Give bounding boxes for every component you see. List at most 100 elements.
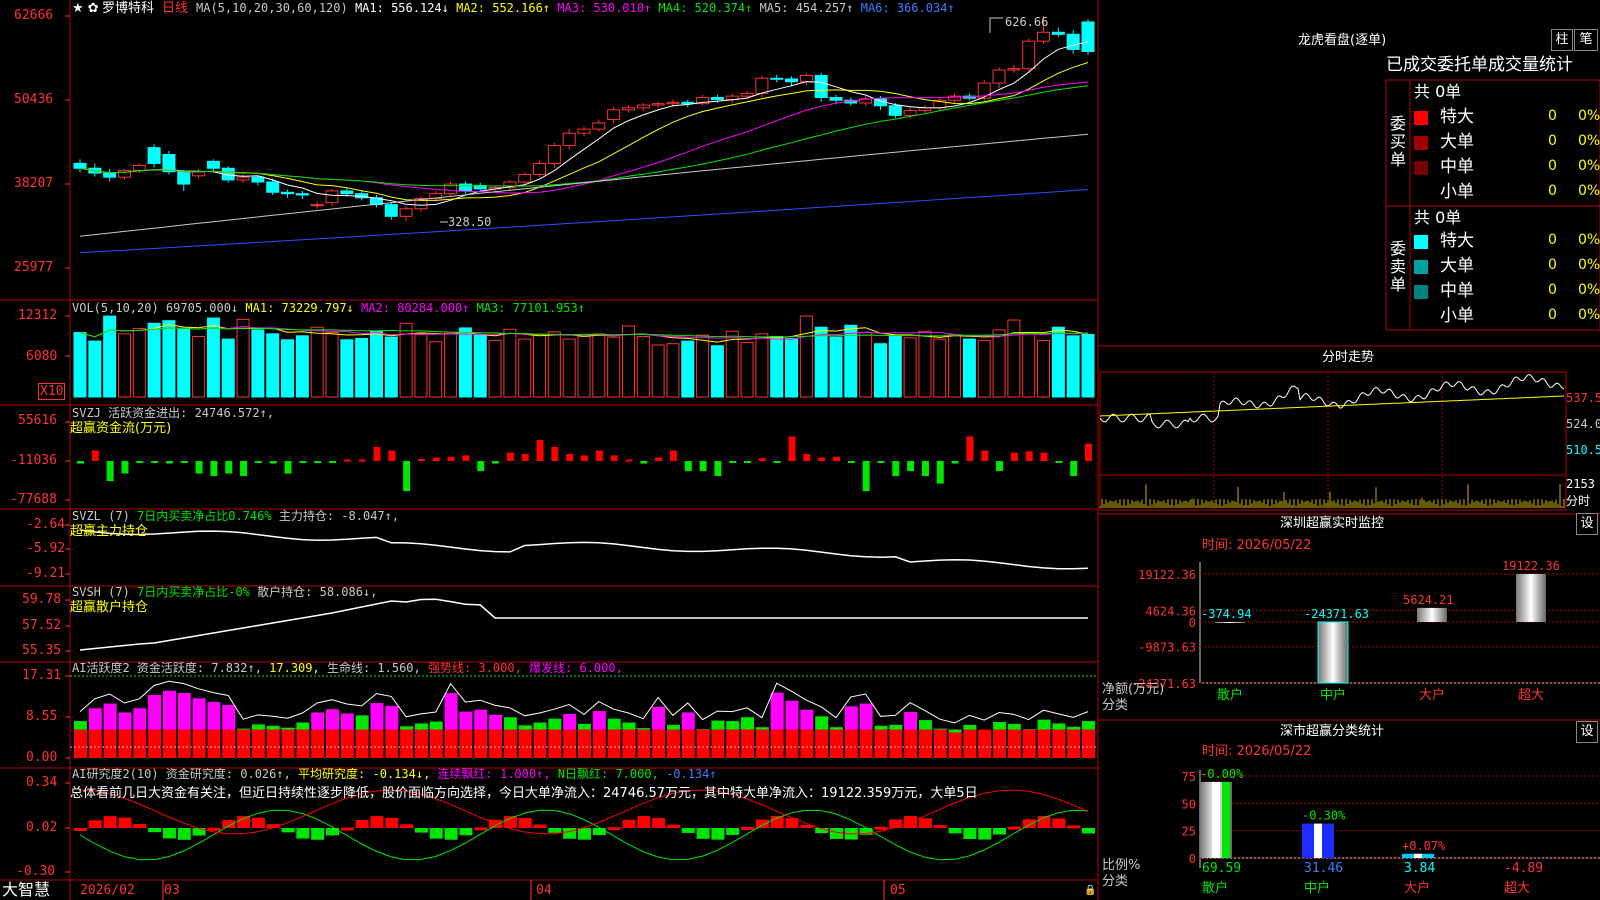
activity-bar (933, 729, 947, 758)
capital-flow-bar (892, 461, 900, 477)
activity-bar (696, 729, 710, 758)
volume-bar (577, 335, 591, 398)
volume-bar (696, 334, 710, 398)
ai1-axis-label: 0.00 (26, 750, 58, 765)
research-bar (326, 828, 339, 836)
ma-line (79, 41, 1089, 206)
research-bar (370, 816, 384, 828)
research-bar (918, 818, 932, 828)
main-chart-area[interactable]: 19122.364624.360-9873.63-24371.63-374.94… (0, 0, 1600, 900)
activity-bar (1007, 723, 1021, 730)
activity-bar (1067, 726, 1081, 730)
activity-bar (681, 729, 695, 758)
volume-bar (770, 335, 784, 398)
research-bar (385, 817, 399, 828)
research-bar (1007, 826, 1021, 830)
activity-bar (1082, 721, 1095, 730)
capital-flow-bar (432, 457, 440, 461)
szmon-bar (1317, 621, 1349, 684)
activity-bar (622, 729, 636, 758)
szcls-settings-button[interactable]: 设 (1576, 721, 1598, 743)
volume-bar (725, 330, 739, 398)
research-bar (355, 819, 369, 828)
candle-body (340, 190, 354, 195)
tick-view-button[interactable]: 笔 (1574, 29, 1598, 51)
capital-flow-bar (77, 461, 84, 464)
svsh-legend: SVSH (7) 7日内买卖净占比-0% 散户持仓: 58.086↓, (72, 585, 377, 600)
capital-flow-bar (1025, 451, 1033, 461)
research-bar (933, 825, 947, 829)
capital-flow-bar (210, 461, 218, 477)
capital-flow-bar (1040, 452, 1048, 461)
activity-bar (711, 729, 725, 758)
fenshi-axis-label: 537.5 (1566, 391, 1600, 405)
volume-bar (384, 336, 398, 398)
volume-bar (533, 334, 547, 398)
activity-bar (652, 706, 666, 730)
activity-bar (162, 690, 176, 730)
buy-orders-label: 委 买 单 (1390, 114, 1407, 169)
activity-bar (741, 729, 755, 758)
volume-bar (933, 338, 947, 398)
activity-bar (755, 729, 769, 758)
ai1-axis-label: 17.31 (22, 668, 62, 683)
szcls-axis-label: 0 (1189, 852, 1196, 866)
activity-bar (503, 729, 517, 758)
activity-bar (1037, 729, 1051, 758)
candle-body (177, 171, 191, 185)
order-color-swatch (1414, 136, 1428, 150)
capital-flow-bar (936, 461, 944, 484)
volume-bar (651, 344, 665, 398)
favorite-stars[interactable]: ★ ✿ (72, 1, 99, 16)
activity-bar (103, 703, 117, 730)
capital-flow-bar (996, 461, 1004, 472)
capital-flow-bar (862, 461, 870, 492)
activity-bar (918, 720, 932, 730)
fenshi-title: 分时走势 (1322, 350, 1375, 365)
capital-flow-bar (536, 439, 544, 461)
candle-body (236, 176, 250, 181)
activity-bar (711, 720, 725, 730)
lock-icon[interactable]: 🔒 (1084, 883, 1096, 898)
szcls-category-label: 大户 (1404, 880, 1430, 896)
candle-body (251, 176, 265, 183)
activity-bar (400, 729, 414, 758)
candle-body (518, 173, 532, 183)
szcls-value-label: 3.84 (1404, 861, 1435, 876)
szmon-bar (1215, 622, 1245, 623)
candle-body (888, 105, 902, 116)
order-color-swatch (1414, 161, 1428, 175)
volume-bar (503, 328, 517, 398)
activity-bar (948, 729, 962, 758)
szcls-title: 深市超赢分类统计 (1280, 724, 1385, 739)
capital-flow-bar (803, 453, 811, 461)
candle-body (577, 128, 591, 134)
order-percent: 0% (1578, 133, 1600, 149)
vol-unit-badge[interactable]: X10 (38, 383, 66, 400)
lhb-tabs[interactable]: 已成交委托单成交量统计 (1386, 56, 1573, 75)
activity-bar (281, 729, 295, 758)
period-label[interactable]: 日线 (162, 1, 188, 16)
candle-body (399, 208, 413, 217)
szmon-value-label: 19122.36 (1502, 559, 1560, 573)
activity-bar (578, 729, 591, 758)
szcls-value-label: -4.89 (1504, 861, 1543, 876)
bar-view-button[interactable]: 柱 (1551, 29, 1573, 51)
legend-item: MA2: 80284.000↑ (361, 301, 477, 315)
capital-flow-bar (180, 461, 188, 463)
capital-flow-bar (314, 461, 322, 464)
activity-bar (118, 729, 132, 758)
research-bar (726, 828, 740, 835)
ai2-axis-label: 0.02 (26, 820, 58, 835)
order-size-label: 小单 (1440, 306, 1474, 326)
main-force-line (79, 529, 1089, 570)
research-bar (414, 828, 428, 833)
volume-bar (710, 345, 724, 398)
activity-bar (548, 718, 562, 730)
szmon-settings-button[interactable]: 设 (1576, 513, 1598, 535)
order-size-label: 特大 (1440, 231, 1474, 251)
capital-flow-bar (551, 446, 559, 461)
svzj-axis-label: -11036 (10, 453, 57, 468)
szmon-category-label: 散户 (1217, 687, 1243, 703)
activity-bar (889, 729, 903, 758)
